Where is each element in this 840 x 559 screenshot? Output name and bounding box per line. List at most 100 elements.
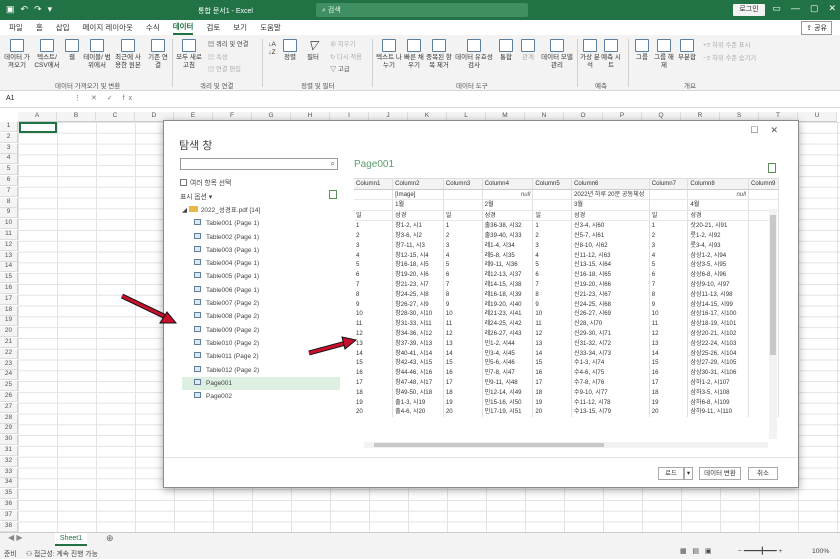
column-header[interactable]: Column3	[443, 179, 483, 190]
row-header[interactable]: 18	[0, 305, 18, 316]
selected-cell-a1[interactable]	[19, 122, 57, 133]
ungroup-button[interactable]: 그룹 해제	[654, 39, 674, 70]
row-header[interactable]: 22	[0, 348, 18, 359]
column-header[interactable]: Column2	[392, 179, 444, 190]
row-header[interactable]: 6	[0, 176, 18, 186]
data-model-button[interactable]: 데이터 모델 관리	[540, 39, 574, 70]
row-header[interactable]: 1	[0, 122, 18, 132]
row-header[interactable]: 28	[0, 413, 18, 424]
navigator-search-input[interactable]: ⌕	[180, 158, 338, 170]
remove-duplicates-button[interactable]: 중복된 항목 제거	[425, 39, 453, 70]
column-header[interactable]: C	[96, 112, 135, 122]
column-header[interactable]: Column1	[354, 179, 394, 190]
scroll-thumb[interactable]	[770, 215, 776, 355]
sort-button[interactable]: 정렬	[281, 39, 299, 62]
tree-item[interactable]: Page002	[182, 390, 340, 403]
tree-item[interactable]: Table001 (Page 1)	[182, 217, 340, 230]
tree-item[interactable]: Page001	[182, 376, 340, 391]
row-header[interactable]: 9	[0, 208, 18, 219]
row-header[interactable]: 20	[0, 327, 18, 338]
tab-review[interactable]: 검토	[206, 22, 220, 33]
row-header[interactable]: 5	[0, 165, 18, 176]
tree-item[interactable]: Table012 (Page 2)	[182, 364, 340, 377]
cancel-button[interactable]: 취소	[748, 467, 778, 480]
close-icon[interactable]: ✕	[828, 3, 836, 14]
tree-item[interactable]: Table006 (Page 1)	[182, 284, 340, 297]
row-header[interactable]: 31	[0, 446, 18, 456]
row-header[interactable]: 33	[0, 467, 18, 478]
share-button[interactable]: ⇪ 공유	[801, 21, 832, 35]
column-header[interactable]: Column6	[571, 179, 650, 190]
zoom-level[interactable]: 100%	[812, 548, 829, 555]
close-icon[interactable]: ✕	[770, 125, 790, 135]
transform-data-button[interactable]: 데이터 변환	[699, 467, 741, 480]
column-header[interactable]: Column4	[482, 179, 534, 190]
search-icon[interactable]: ⌕	[331, 159, 335, 169]
advanced-button[interactable]: ▽ 고급	[330, 64, 350, 73]
customize-icon[interactable]: ▾	[48, 4, 53, 15]
sheet-nav-icon[interactable]: ◀ ▶	[8, 533, 23, 542]
redo-icon[interactable]: ↷	[34, 4, 42, 15]
row-header[interactable]: 11	[0, 230, 18, 240]
tab-formulas[interactable]: 수식	[146, 22, 160, 33]
row-header[interactable]: 15	[0, 273, 18, 284]
column-header[interactable]: Column5	[532, 179, 573, 190]
row-header[interactable]: 34	[0, 478, 18, 489]
row-header[interactable]: 2	[0, 132, 18, 143]
forecast-sheet-button[interactable]: 예측 시트	[601, 39, 621, 70]
add-sheet-icon[interactable]: ⊕	[106, 533, 114, 544]
row-header[interactable]: 30	[0, 435, 18, 446]
consolidate-button[interactable]: 통합	[496, 39, 516, 62]
queries-connections-button[interactable]: ▤ 쿼리 및 연결	[208, 39, 249, 48]
row-header[interactable]: 17	[0, 294, 18, 305]
row-header[interactable]: 37	[0, 510, 18, 521]
checkbox-icon[interactable]	[180, 179, 187, 186]
row-header[interactable]: 32	[0, 456, 18, 467]
ribbon-display-icon[interactable]: ▭	[772, 3, 781, 14]
row-header[interactable]: 7	[0, 186, 18, 197]
tab-file[interactable]: 파일	[9, 22, 23, 33]
row-header[interactable]: 27	[0, 402, 18, 413]
row-header[interactable]: 24	[0, 370, 18, 381]
recent-sources-button[interactable]: 최근에 사 용한 원본	[113, 39, 143, 70]
fx-icon[interactable]: fx	[123, 95, 136, 102]
flash-fill-button[interactable]: 빠른 채우기	[403, 39, 425, 70]
load-dropdown-icon[interactable]: ▾	[684, 467, 693, 480]
row-header[interactable]: 35	[0, 489, 18, 500]
tree-item[interactable]: Table007 (Page 2)	[182, 297, 340, 310]
row-header[interactable]: 8	[0, 197, 18, 208]
tab-data[interactable]: 데이터	[172, 21, 194, 35]
row-header[interactable]: 12	[0, 240, 18, 251]
row-header[interactable]: 14	[0, 262, 18, 273]
show-detail-button[interactable]: +≡ 하위 수준 표시	[703, 40, 750, 49]
zoom-slider[interactable]: − ━━━━╋━━━ +	[738, 547, 782, 555]
row-header[interactable]: 21	[0, 338, 18, 348]
row-header[interactable]: 16	[0, 284, 18, 294]
row-header[interactable]: 29	[0, 424, 18, 435]
tree-item[interactable]: Table008 (Page 2)	[182, 310, 340, 323]
row-header[interactable]: 3	[0, 143, 18, 154]
column-header[interactable]: Column7	[649, 179, 689, 190]
what-if-button[interactable]: 가상 분석	[580, 39, 600, 70]
multi-select-checkbox[interactable]: 여러 항목 선택	[180, 177, 231, 187]
web-button[interactable]: 웹	[64, 39, 80, 62]
tree-item[interactable]: Table005 (Page 1)	[182, 270, 340, 283]
filter-button[interactable]: ▽ 필터	[304, 39, 322, 62]
tree-item[interactable]: Table002 (Page 1)	[182, 231, 340, 244]
subtotal-button[interactable]: 부분합	[676, 39, 698, 62]
view-buttons[interactable]: ▦▤▣	[680, 547, 717, 555]
accessibility-status[interactable]: ⚇ 접근성: 계속 진행 가능	[26, 548, 98, 558]
refresh-preview-icon[interactable]	[329, 190, 337, 199]
data-validation-button[interactable]: 데이터 유효성 검사	[455, 39, 493, 70]
existing-connections-button[interactable]: 기존 연결	[147, 39, 169, 70]
column-header[interactable]: B	[57, 112, 96, 122]
group-button[interactable]: 그룹	[632, 39, 652, 62]
tab-insert[interactable]: 삽입	[56, 22, 70, 33]
tab-home[interactable]: 홈	[36, 22, 43, 33]
row-header[interactable]: 19	[0, 316, 18, 327]
tree-item[interactable]: Table003 (Page 1)	[182, 244, 340, 257]
row-header[interactable]: 10	[0, 219, 18, 230]
clear-button[interactable]: ⊗ 지우기	[330, 39, 355, 48]
column-header[interactable]: Column9	[748, 179, 779, 190]
tab-page-layout[interactable]: 페이지 레이아웃	[83, 22, 133, 33]
